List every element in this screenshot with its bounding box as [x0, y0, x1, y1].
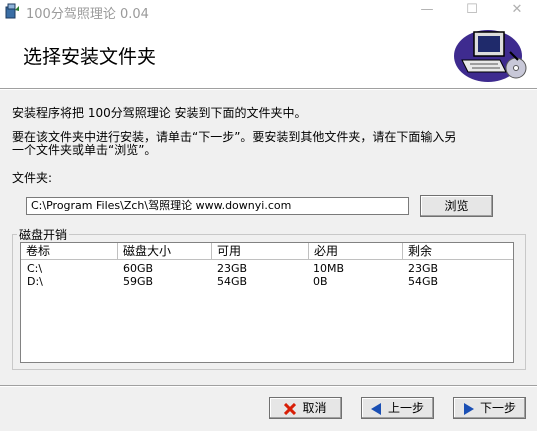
cell-disk-size: 60GB — [123, 262, 154, 275]
cell-available: 54GB — [217, 275, 248, 288]
next-button[interactable]: 下一步 — [453, 397, 526, 419]
back-label: 上一步 — [387, 401, 424, 415]
cell-volume: D:\ — [27, 275, 43, 288]
arrow-left-icon — [370, 402, 381, 415]
close-button[interactable]: ✕ — [497, 0, 537, 22]
installer-app-icon — [5, 3, 19, 19]
column-header-available[interactable]: 可用 — [212, 243, 309, 260]
hint-text-line2: 一个文件夹或单击“浏览”。 — [12, 143, 157, 157]
computer-install-icon — [454, 30, 527, 82]
cell-required: 0B — [313, 275, 328, 288]
cell-required: 10MB — [313, 262, 345, 275]
disk-usage-label: 磁盘开销 — [17, 226, 70, 243]
cell-volume: C:\ — [27, 262, 43, 275]
list-header: 卷标 磁盘大小 可用 必用 剩余 — [21, 243, 513, 260]
back-button[interactable]: 上一步 — [361, 397, 434, 419]
maximize-button[interactable]: ☐ — [452, 0, 492, 22]
column-header-required[interactable]: 必用 — [309, 243, 403, 260]
intro-text: 安装程序将把 100分驾照理论 安装到下面的文件夹中。 — [12, 106, 307, 120]
wizard-header: 选择安装文件夹 — [0, 22, 537, 88]
cancel-button[interactable]: 取消 — [269, 397, 342, 419]
hint-text-line1: 要在该文件夹中进行安装，请单击“下一步”。要安装到其他文件夹，请在下面输入另 — [12, 130, 457, 144]
cell-disk-size: 59GB — [123, 275, 154, 288]
column-header-remaining[interactable]: 剩余 — [403, 243, 513, 260]
browse-label: 浏览 — [444, 199, 469, 213]
arrow-right-icon — [463, 402, 474, 415]
minimize-button[interactable]: — — [407, 0, 447, 22]
cell-remaining: 23GB — [408, 262, 439, 275]
page-title: 选择安装文件夹 — [23, 46, 157, 68]
column-header-volume[interactable]: 卷标 — [21, 243, 118, 260]
browse-button[interactable]: 浏览 — [420, 195, 493, 217]
disk-usage-list[interactable]: 卷标 磁盘大小 可用 必用 剩余 C:\ 60GB 23GB 10MB 23GB… — [20, 242, 514, 363]
cancel-x-icon — [284, 402, 297, 415]
column-header-disk-size[interactable]: 磁盘大小 — [118, 243, 212, 260]
window-title: 100分驾照理论 0.04 — [26, 7, 149, 22]
cell-available: 23GB — [217, 262, 248, 275]
folder-path-input[interactable]: C:\Program Files\Zch\驾照理论 www.downyi.com — [26, 197, 409, 215]
cancel-label: 取消 — [302, 401, 327, 415]
folder-label: 文件夹: — [12, 171, 53, 185]
cell-remaining: 54GB — [408, 275, 439, 288]
title-bar: 100分驾照理论 0.04 — ☐ ✕ — [0, 0, 537, 22]
next-label: 下一步 — [479, 401, 516, 415]
